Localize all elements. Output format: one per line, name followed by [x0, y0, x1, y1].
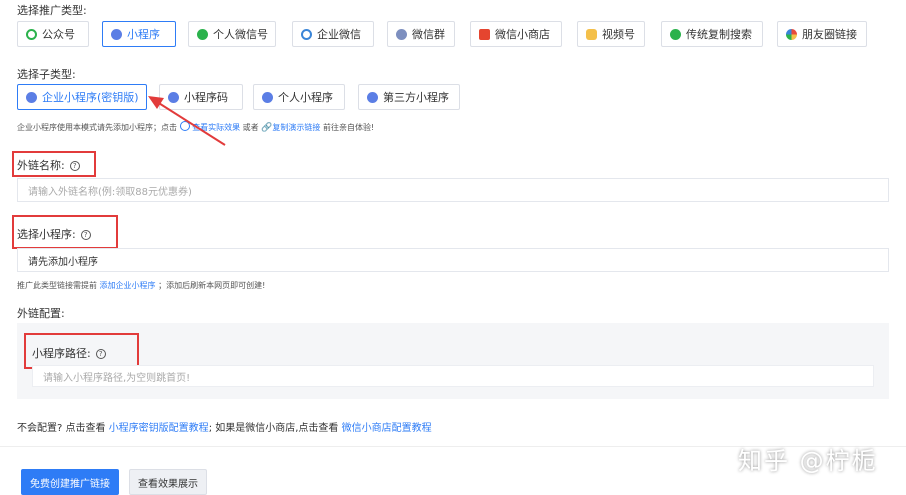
- copy-demo-link[interactable]: 复制演示链接: [272, 123, 320, 132]
- help-icon[interactable]: ?: [69, 161, 80, 171]
- mini-program-icon: [26, 91, 37, 103]
- tutorial-line: 不会配置? 点击查看 小程序密钥版配置教程; 如果是微信小商店,点击查看 微信小…: [17, 423, 432, 434]
- official-account-icon: [26, 28, 37, 40]
- path-input[interactable]: 请输入小程序路径,为空则跳首页!: [32, 365, 874, 387]
- preview-button[interactable]: 查看效果展示: [129, 469, 207, 495]
- link-icon: 🔗: [261, 123, 273, 133]
- link-name-input[interactable]: 请输入外链名称(例:领取88元优惠券): [17, 178, 889, 202]
- sub-option-third-party[interactable]: 第三方小程序: [358, 84, 460, 110]
- create-link-button[interactable]: 免费创建推广链接: [21, 469, 119, 495]
- promo-type-label: 选择推广类型:: [17, 4, 87, 17]
- promo-option-personal-wechat[interactable]: 个人微信号: [188, 21, 276, 47]
- link-name-label: 外链名称:?: [17, 157, 80, 173]
- shop-tutorial-link[interactable]: 微信小商店配置教程: [342, 423, 432, 434]
- promo-option-copy-search[interactable]: 传统复制搜索: [661, 21, 763, 47]
- path-label: 小程序路径:?: [32, 345, 106, 361]
- link-config-label: 外链配置:: [17, 307, 65, 320]
- promo-option-channels[interactable]: 视频号: [577, 21, 645, 47]
- link-config-panel: [17, 323, 889, 399]
- wecom-icon: [301, 28, 312, 40]
- shop-bag-icon: [479, 28, 490, 40]
- mini-program-label: 选择小程序:?: [17, 226, 91, 242]
- promo-option-mini-program[interactable]: 小程序: [102, 21, 176, 47]
- mini-program-select[interactable]: 请先添加小程序: [17, 248, 889, 272]
- sub-option-enterprise-key[interactable]: 企业小程序(密钥版): [17, 84, 147, 110]
- mini-program-hint: 推广此类型链接需提前 添加企业小程序 ；添加后刷新本网页即可创建!: [17, 281, 266, 290]
- wechat-icon: [670, 28, 681, 40]
- mini-program-icon: [111, 28, 122, 40]
- sub-type-label: 选择子类型:: [17, 68, 76, 81]
- promo-option-official-account[interactable]: 公众号: [17, 21, 89, 47]
- promo-option-wechat-group[interactable]: 微信群: [387, 21, 455, 47]
- mini-program-icon: [367, 91, 378, 103]
- watermark: 知乎 @柠栀: [738, 447, 878, 475]
- wechat-icon: [197, 28, 208, 40]
- moments-icon: [786, 28, 797, 40]
- promo-option-wecom[interactable]: 企业微信: [292, 21, 374, 47]
- sub-option-personal[interactable]: 个人小程序: [253, 84, 345, 110]
- promo-option-moments-link[interactable]: 朋友圈链接: [777, 21, 867, 47]
- mini-program-icon: [262, 91, 273, 103]
- promo-option-wechat-shop[interactable]: 微信小商店: [470, 21, 562, 47]
- annotation-arrow: [148, 96, 226, 146]
- key-tutorial-link[interactable]: 小程序密钥版配置教程: [109, 423, 209, 434]
- help-icon[interactable]: ?: [80, 230, 91, 240]
- wechat-group-icon: [396, 28, 407, 40]
- help-icon[interactable]: ?: [95, 349, 106, 359]
- add-enterprise-mini-program-link[interactable]: 添加企业小程序: [100, 281, 156, 290]
- channels-icon: [586, 28, 597, 40]
